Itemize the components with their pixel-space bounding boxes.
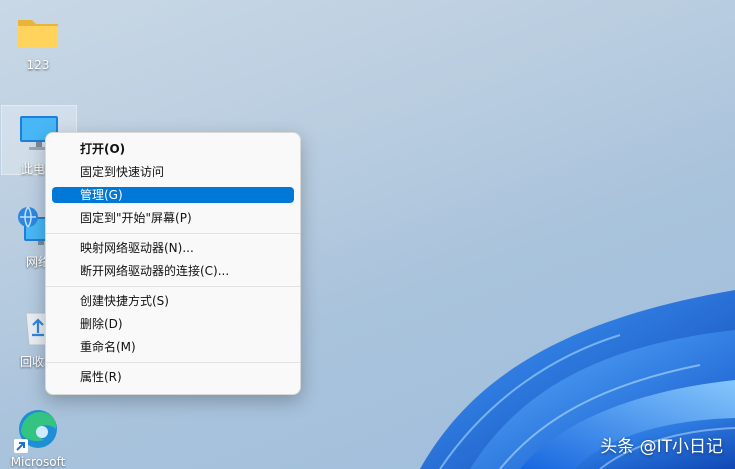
- folder-icon: [16, 10, 60, 54]
- watermark: 头条 @IT小日记: [600, 437, 723, 457]
- shortcut-arrow-icon: [14, 439, 28, 453]
- menu-item[interactable]: 管理(G): [52, 187, 294, 203]
- menu-item[interactable]: 重命名(M): [52, 336, 294, 359]
- edge-icon: [14, 407, 60, 453]
- menu-separator: [46, 286, 300, 287]
- menu-item[interactable]: 删除(D): [52, 313, 294, 336]
- desktop-icon-label: Microsoft: [10, 455, 66, 469]
- desktop-icon-label: 123: [26, 58, 50, 72]
- menu-item[interactable]: 打开(O): [52, 138, 294, 161]
- menu-item[interactable]: 映射网络驱动器(N)...: [52, 237, 294, 260]
- context-menu: 打开(O) 固定到快速访问管理(G) 固定到"开始"屏幕(P) 映射网络驱动器(N).…: [45, 132, 301, 395]
- menu-item[interactable]: 属性(R): [52, 366, 294, 389]
- menu-separator: [46, 362, 300, 363]
- desktop-icon-edge[interactable]: Microsoft: [0, 407, 76, 469]
- menu-item[interactable]: 固定到"开始"屏幕(P): [52, 207, 294, 230]
- menu-item[interactable]: 创建快捷方式(S): [52, 290, 294, 313]
- menu-item[interactable]: 断开网络驱动器的连接(C)...: [52, 260, 294, 283]
- menu-item[interactable]: 固定到快速访问: [52, 161, 294, 184]
- desktop-icon-folder[interactable]: 123: [0, 10, 76, 72]
- desktop[interactable]: 123 此电脑 网络 回收站 Microsoft 打开(O) 固定到快速访问 管…: [0, 0, 735, 469]
- menu-separator: [46, 233, 300, 234]
